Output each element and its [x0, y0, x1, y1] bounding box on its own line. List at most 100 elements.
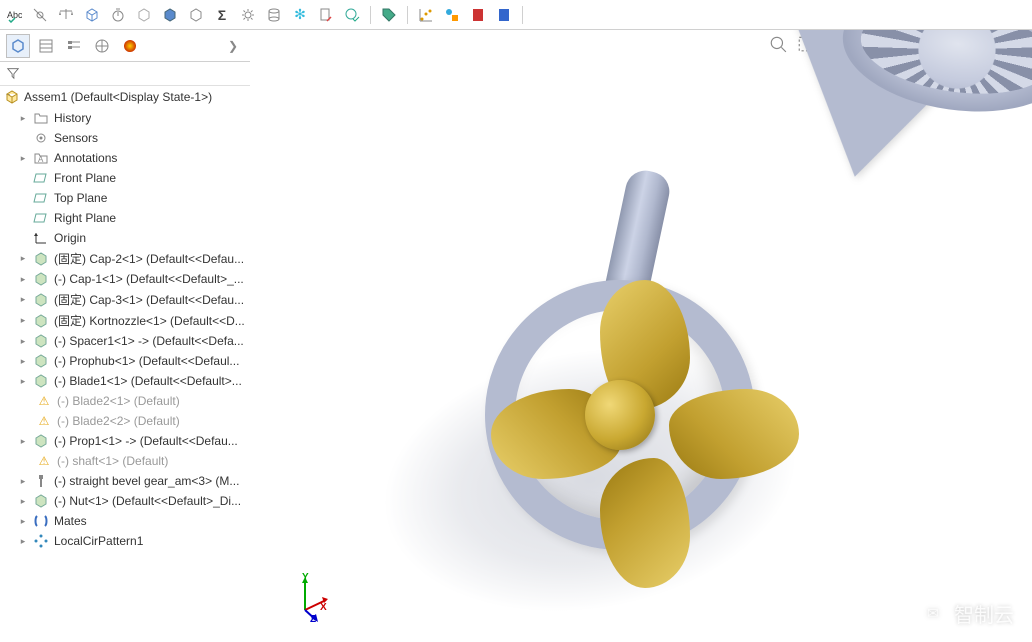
filter-bar: ▾ — [0, 62, 250, 86]
part-spacer1[interactable]: ▸(-) Spacer1<1> -> (Default<<Defa... — [0, 331, 250, 351]
scatter-icon[interactable] — [416, 5, 436, 25]
mates-icon — [33, 513, 49, 529]
blue-doc-icon[interactable] — [494, 5, 514, 25]
cylinder-icon[interactable] — [264, 5, 284, 25]
model-3d — [250, 30, 1032, 642]
balance-icon[interactable] — [56, 5, 76, 25]
timer-icon[interactable] — [108, 5, 128, 25]
feature-tree: Assem1 (Default<Display State-1>) ▸ Hist… — [0, 86, 250, 642]
watermark: ✉ 智制云 — [920, 599, 1014, 628]
gearbox-cone — [672, 30, 1032, 240]
folder-icon — [33, 110, 49, 126]
toolbar-separator — [522, 6, 523, 24]
part-blade2-2[interactable]: ⚠(-) Blade2<2> (Default) — [0, 411, 250, 431]
expand-icon[interactable]: ▸ — [18, 153, 28, 164]
gear-icon[interactable] — [238, 5, 258, 25]
tag-icon[interactable] — [379, 5, 399, 25]
spellcheck-icon[interactable]: Abc — [4, 5, 24, 25]
bolt-icon — [33, 473, 49, 489]
plane-icon — [33, 170, 49, 186]
part-prop1[interactable]: ▸(-) Prop1<1> -> (Default<<Defau... — [0, 431, 250, 451]
expand-icon[interactable]: ▸ — [18, 476, 28, 487]
sensor-icon — [33, 130, 49, 146]
plane-icon — [33, 190, 49, 206]
wechat-icon: ✉ — [920, 601, 946, 627]
circ-pattern-icon — [33, 533, 49, 549]
part-prophub[interactable]: ▸(-) Prophub<1> (Default<<Defaul... — [0, 351, 250, 371]
part-nut[interactable]: ▸(-) Nut<1> (Default<<Default>_Di... — [0, 491, 250, 511]
box-wire-icon[interactable] — [134, 5, 154, 25]
part-icon — [33, 433, 49, 449]
shapes-icon[interactable] — [442, 5, 462, 25]
svg-text:A: A — [38, 155, 44, 164]
toolbar-separator — [370, 6, 371, 24]
assembly-root[interactable]: Assem1 (Default<Display State-1>) — [0, 86, 250, 108]
toolbar-separator — [407, 6, 408, 24]
warning-icon: ⚠ — [36, 393, 52, 409]
filter-icon[interactable]: ▾ — [6, 66, 22, 82]
expand-icon[interactable]: ▸ — [18, 336, 28, 347]
expand-icon[interactable]: ▸ — [18, 436, 28, 447]
dimxpert-tab[interactable] — [90, 34, 114, 58]
plane-icon — [33, 210, 49, 226]
expand-icon[interactable]: ▸ — [18, 356, 28, 367]
part-blade1[interactable]: ▸(-) Blade1<1> (Default<<Default>... — [0, 371, 250, 391]
propeller-hub — [585, 380, 655, 450]
globe-check-icon[interactable] — [342, 5, 362, 25]
triad-z-label: Z — [310, 614, 316, 625]
warning-icon: ⚠ — [36, 413, 52, 429]
part-cap2[interactable]: ▸(固定) Cap-2<1> (Default<<Defau... — [0, 248, 250, 269]
origin-node[interactable]: Origin — [0, 228, 250, 248]
expand-icon[interactable]: ▸ — [18, 496, 28, 507]
expand-icon[interactable]: ▸ — [18, 253, 28, 264]
expand-icon[interactable]: ▸ — [18, 274, 28, 285]
expand-icon[interactable]: ▸ — [18, 376, 28, 387]
top-plane-node[interactable]: Top Plane — [0, 188, 250, 208]
doc-arrow-icon[interactable] — [316, 5, 336, 25]
watermark-text: 智制云 — [954, 599, 1014, 628]
part-icon — [33, 493, 49, 509]
orientation-triad[interactable]: Y X Z — [280, 572, 330, 622]
viewport-3d[interactable]: Y X Z ✉ 智制云 — [250, 30, 1032, 642]
sensors-node[interactable]: Sensors — [0, 128, 250, 148]
part-icon — [33, 313, 49, 329]
part-icon — [33, 251, 49, 267]
box-outline-icon[interactable] — [186, 5, 206, 25]
part-cap3[interactable]: ▸(固定) Cap-3<1> (Default<<Defau... — [0, 289, 250, 310]
snowflake-icon[interactable]: ✻ — [290, 5, 310, 25]
pattern-node[interactable]: ▸LocalCirPattern1 — [0, 531, 250, 551]
red-doc-icon[interactable] — [468, 5, 488, 25]
part-kortnozzle[interactable]: ▸(固定) Kortnozzle<1> (Default<<D... — [0, 310, 250, 331]
history-node[interactable]: ▸ History — [0, 108, 250, 128]
triad-x-label: X — [320, 602, 327, 613]
front-plane-node[interactable]: Front Plane — [0, 168, 250, 188]
expand-icon[interactable]: ▸ — [18, 536, 28, 547]
part-bevel-gear[interactable]: ▸(-) straight bevel gear_am<3> (M... — [0, 471, 250, 491]
property-manager-tab[interactable] — [34, 34, 58, 58]
part-icon — [33, 353, 49, 369]
cube-icon[interactable] — [82, 5, 102, 25]
expand-icon[interactable]: ▸ — [18, 294, 28, 305]
panel-expand-chevron[interactable]: ❯ — [222, 39, 244, 53]
feature-tree-tab[interactable] — [6, 34, 30, 58]
expand-icon[interactable]: ▸ — [18, 516, 28, 527]
box-solid-icon[interactable] — [160, 5, 180, 25]
right-plane-node[interactable]: Right Plane — [0, 208, 250, 228]
mates-node[interactable]: ▸Mates — [0, 511, 250, 531]
part-blade2-1[interactable]: ⚠(-) Blade2<1> (Default) — [0, 391, 250, 411]
triad-y-label: Y — [302, 572, 309, 583]
panel-tabs: ❯ — [0, 30, 250, 62]
part-shaft[interactable]: ⚠(-) shaft<1> (Default) — [0, 451, 250, 471]
assembly-icon — [4, 89, 20, 105]
display-manager-tab[interactable] — [118, 34, 142, 58]
expand-icon[interactable]: ▸ — [18, 315, 28, 326]
config-manager-tab[interactable] — [62, 34, 86, 58]
axis-icon[interactable] — [30, 5, 50, 25]
sigma-icon[interactable]: Σ — [212, 5, 232, 25]
part-cap1[interactable]: ▸(-) Cap-1<1> (Default<<Default>_... — [0, 269, 250, 289]
warning-icon: ⚠ — [36, 453, 52, 469]
part-icon — [33, 271, 49, 287]
annotations-node[interactable]: ▸ A Annotations — [0, 148, 250, 168]
folder-icon: A — [33, 150, 49, 166]
expand-icon[interactable]: ▸ — [18, 113, 28, 124]
